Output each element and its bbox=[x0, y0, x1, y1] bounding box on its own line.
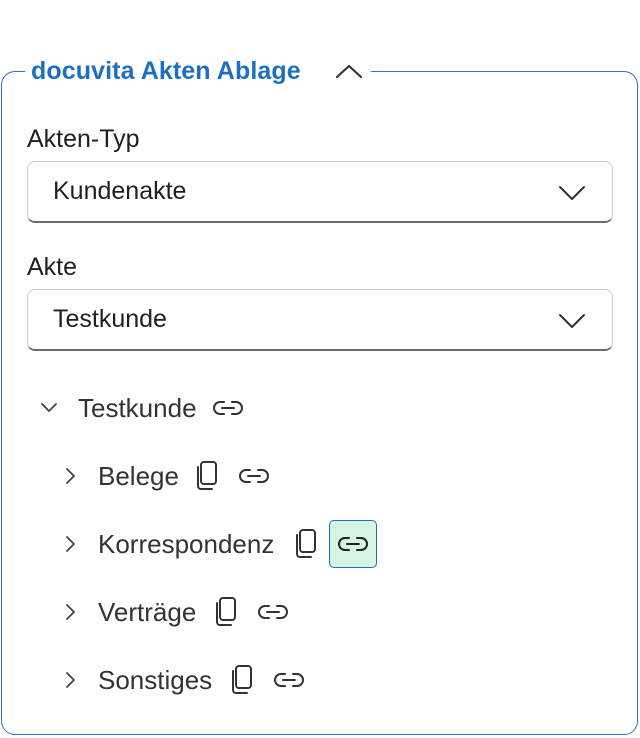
tree-item-vertraege[interactable]: Verträge bbox=[61, 592, 290, 632]
copy-button[interactable] bbox=[288, 527, 322, 561]
akten-typ-value: Kundenakte bbox=[53, 177, 187, 205]
copy-icon bbox=[232, 665, 253, 694]
chevron-right-icon bbox=[66, 604, 75, 620]
panel-title: docuvita Akten Ablage bbox=[31, 56, 301, 85]
tree-item-label: Sonstiges bbox=[98, 664, 213, 695]
akte-value: Testkunde bbox=[53, 305, 167, 333]
link-button[interactable] bbox=[237, 459, 271, 493]
link-button[interactable] bbox=[256, 595, 290, 629]
copy-icon bbox=[196, 461, 217, 490]
link-icon bbox=[274, 673, 305, 687]
chevron-up-icon bbox=[335, 64, 362, 79]
tree-expand-toggle[interactable] bbox=[61, 602, 81, 622]
tree-item-korrespondenz[interactable]: Korrespondenz bbox=[61, 520, 378, 568]
link-icon bbox=[338, 537, 369, 551]
link-button[interactable] bbox=[272, 663, 306, 697]
akten-typ-label: Akten-Typ bbox=[27, 125, 140, 153]
tree-expand-toggle[interactable] bbox=[61, 670, 81, 690]
copy-button[interactable] bbox=[224, 663, 258, 697]
copy-icon bbox=[216, 597, 237, 626]
tree-expand-toggle[interactable] bbox=[61, 466, 81, 486]
chevron-down-icon bbox=[559, 314, 585, 328]
link-icon bbox=[258, 605, 289, 619]
collapse-button[interactable] bbox=[335, 61, 363, 81]
tree-item-sonstiges[interactable]: Sonstiges bbox=[61, 660, 306, 700]
tree-expand-toggle[interactable] bbox=[39, 398, 59, 418]
tree-root-label: Testkunde bbox=[78, 392, 197, 423]
copy-icon bbox=[296, 529, 317, 558]
tree-item-label: Belege bbox=[98, 460, 179, 491]
akte-dropdown[interactable]: Testkunde bbox=[27, 289, 613, 351]
tree-item-label: Korrespondenz bbox=[98, 528, 275, 559]
link-button[interactable] bbox=[211, 391, 245, 425]
tree-expand-toggle[interactable] bbox=[61, 534, 81, 554]
tree-item-label: Verträge bbox=[98, 596, 197, 627]
chevron-right-icon bbox=[66, 672, 75, 688]
link-icon bbox=[238, 469, 269, 483]
chevron-right-icon bbox=[66, 536, 75, 552]
akte-label: Akte bbox=[27, 253, 78, 281]
tree-item-belege[interactable]: Belege bbox=[61, 456, 271, 496]
chevron-right-icon bbox=[66, 468, 75, 484]
chevron-down-icon bbox=[41, 403, 57, 412]
copy-button[interactable] bbox=[189, 459, 223, 493]
panel-header: docuvita Akten Ablage bbox=[25, 53, 371, 89]
link-button-active[interactable] bbox=[329, 520, 378, 568]
link-icon bbox=[212, 401, 243, 415]
akten-typ-dropdown[interactable]: Kundenakte bbox=[27, 161, 613, 223]
copy-button[interactable] bbox=[208, 595, 242, 629]
tree-root-row[interactable]: Testkunde bbox=[39, 388, 245, 428]
chevron-down-icon bbox=[559, 186, 585, 200]
